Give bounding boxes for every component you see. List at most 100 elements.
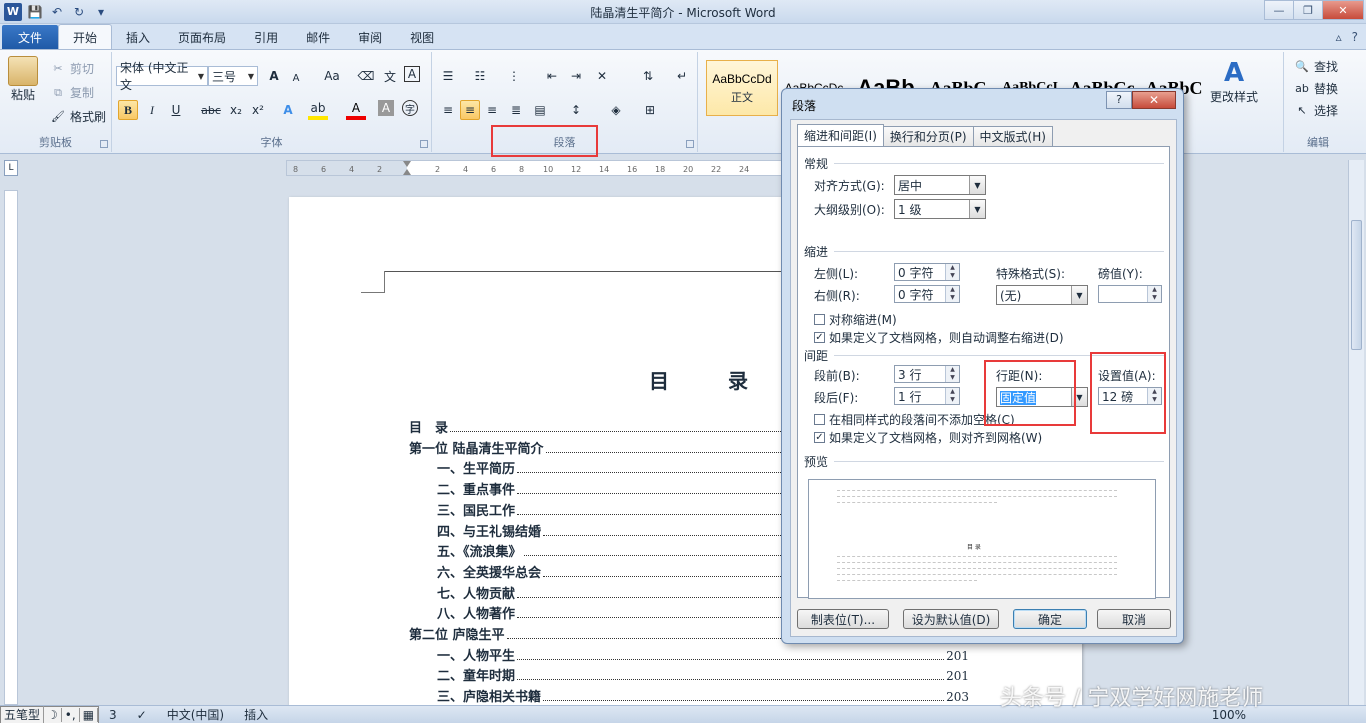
horizontal-ruler[interactable]: 8642 2468 10 12 14 16 18 20 22 24 bbox=[286, 160, 782, 176]
toc-entry[interactable]: 一、人物平生 201 bbox=[437, 645, 969, 665]
justify-icon[interactable]: ≣ bbox=[506, 100, 526, 120]
align-left-icon[interactable]: ≡ bbox=[438, 100, 458, 120]
spacing-after-spinner[interactable]: 1 行 ▲ ▼ bbox=[894, 387, 960, 405]
paragraph-launcher-icon[interactable] bbox=[686, 140, 694, 148]
tab-indents-spacing[interactable]: 缩进和间距(I) bbox=[797, 124, 884, 146]
tab-references[interactable]: 引用 bbox=[240, 25, 292, 49]
sort-icon[interactable]: ⇅ bbox=[638, 66, 658, 86]
minimize-ribbon-icon[interactable]: ▵ bbox=[1336, 30, 1342, 44]
tab-file[interactable]: 文件 bbox=[2, 25, 59, 49]
vertical-scrollbar[interactable] bbox=[1348, 160, 1364, 705]
auto-adjust-indent-checkbox[interactable]: ✓ 如果定义了文档网格，则自动调整右缩进(D) bbox=[814, 329, 1064, 346]
spinner-arrows-icon[interactable]: ▲ ▼ bbox=[1147, 286, 1161, 302]
font-launcher-icon[interactable] bbox=[420, 140, 428, 148]
align-center-icon[interactable]: ≡ bbox=[460, 100, 480, 120]
insert-mode-status[interactable]: 插入 bbox=[234, 706, 278, 723]
tab-home[interactable]: 开始 bbox=[58, 24, 113, 49]
enclose-char-icon[interactable]: 字 bbox=[402, 100, 418, 116]
tab-asian-typography[interactable]: 中文版式(H) bbox=[972, 126, 1053, 146]
select-button[interactable]: ↖ 选择 bbox=[1294, 102, 1338, 119]
char-border-icon[interactable]: A bbox=[404, 66, 420, 82]
find-button[interactable]: 🔍 查找 bbox=[1294, 58, 1338, 75]
replace-button[interactable]: ab 替换 bbox=[1294, 80, 1338, 97]
font-color-button[interactable]: A bbox=[346, 100, 366, 120]
minimize-button[interactable]: — bbox=[1264, 0, 1294, 20]
moon-icon[interactable]: ☽ bbox=[44, 707, 62, 722]
char-shading-icon[interactable]: A bbox=[378, 100, 394, 116]
toc-entry[interactable]: 二、童年时期 201 bbox=[437, 665, 969, 685]
highlight-icon[interactable]: ab bbox=[308, 100, 328, 120]
tab-review[interactable]: 审阅 bbox=[344, 25, 396, 49]
redo-icon[interactable]: ↻ bbox=[70, 3, 88, 21]
tab-mailings[interactable]: 邮件 bbox=[292, 25, 344, 49]
tab-insert[interactable]: 插入 bbox=[112, 25, 164, 49]
outline-level-select[interactable]: 1 级 ▼ bbox=[894, 199, 986, 219]
dialog-help-button[interactable]: ? bbox=[1106, 91, 1132, 109]
distributed-icon[interactable]: ▤ bbox=[530, 100, 550, 120]
mirror-indents-checkbox[interactable]: 对称缩进(M) bbox=[814, 311, 897, 328]
tab-selector[interactable]: L bbox=[4, 160, 18, 176]
scrollbar-thumb[interactable] bbox=[1351, 220, 1362, 350]
keyboard-icon[interactable]: ▦ bbox=[80, 707, 99, 722]
subscript-button[interactable]: x₂ bbox=[226, 100, 246, 120]
page-info[interactable]: 3 bbox=[99, 708, 127, 722]
spacing-before-spinner[interactable]: 3 行 ▲ ▼ bbox=[894, 365, 960, 383]
copy-button[interactable]: ⧉ 复制 bbox=[50, 84, 94, 101]
shading-icon[interactable]: ◈ bbox=[606, 100, 626, 120]
text-effects-icon[interactable]: A bbox=[278, 100, 298, 120]
numbering-icon[interactable]: ☷ bbox=[470, 66, 490, 86]
spinner-arrows-icon[interactable]: ▲ ▼ bbox=[945, 264, 959, 280]
increase-indent-icon[interactable]: ⇥ bbox=[566, 66, 586, 86]
spell-check-icon[interactable]: ✓ bbox=[127, 708, 157, 722]
strikethrough-button[interactable]: abc bbox=[198, 100, 224, 120]
tab-view[interactable]: 视图 bbox=[396, 25, 448, 49]
borders-icon[interactable]: ⊞ bbox=[640, 100, 660, 120]
customize-qat-icon[interactable]: ▾ bbox=[92, 3, 110, 21]
toc-entry[interactable]: 三、庐隐相关书籍 203 bbox=[437, 686, 969, 705]
multilevel-list-icon[interactable]: ⋮ bbox=[504, 66, 524, 86]
change-styles-button[interactable]: A 更改样式 bbox=[1210, 58, 1258, 105]
paste-button[interactable]: 粘贴 bbox=[8, 56, 38, 103]
font-size-combo[interactable]: 三号 ▼ bbox=[208, 66, 258, 86]
underline-button[interactable]: U bbox=[166, 100, 186, 120]
tab-line-page-breaks[interactable]: 换行和分页(P) bbox=[882, 126, 974, 146]
bullets-icon[interactable]: ☰ bbox=[438, 66, 458, 86]
help-icon[interactable]: ? bbox=[1352, 30, 1358, 44]
snap-to-grid-checkbox[interactable]: ✓ 如果定义了文档网格，则对齐到网格(W) bbox=[814, 429, 1042, 446]
spinner-arrows-icon[interactable]: ▲ ▼ bbox=[945, 366, 959, 382]
phonetic-guide-icon[interactable]: 文 bbox=[380, 66, 400, 86]
set-default-button[interactable]: 设为默认值(D) bbox=[903, 609, 999, 629]
dialog-close-button[interactable]: ✕ bbox=[1132, 91, 1176, 109]
line-spacing-icon[interactable]: ↕ bbox=[566, 100, 586, 120]
vertical-ruler[interactable] bbox=[4, 190, 18, 705]
word-app-icon[interactable]: W bbox=[4, 2, 22, 21]
font-name-combo[interactable]: 宋体 (中文正文 ▼ bbox=[116, 61, 208, 92]
cut-button[interactable]: ✂ 剪切 bbox=[50, 60, 94, 77]
align-right-icon[interactable]: ≡ bbox=[482, 100, 502, 120]
clipboard-launcher-icon[interactable] bbox=[100, 140, 108, 148]
left-indent-spinner[interactable]: 0 字符 ▲ ▼ bbox=[894, 263, 960, 281]
grow-font-button[interactable]: A bbox=[264, 66, 284, 86]
tabs-button[interactable]: 制表位(T)... bbox=[797, 609, 889, 629]
restore-button[interactable]: ❐ bbox=[1293, 0, 1323, 20]
clear-format-icon[interactable]: ⌫ bbox=[356, 66, 376, 86]
shrink-font-button[interactable]: A bbox=[286, 68, 306, 88]
indent-by-spinner[interactable]: ▲ ▼ bbox=[1098, 285, 1162, 303]
spinner-arrows-icon[interactable]: ▲ ▼ bbox=[945, 286, 959, 302]
bold-button[interactable]: B bbox=[118, 100, 138, 120]
change-case-button[interactable]: Aa bbox=[318, 66, 346, 86]
right-indent-spinner[interactable]: 0 字符 ▲ ▼ bbox=[894, 285, 960, 303]
superscript-button[interactable]: x² bbox=[248, 100, 268, 120]
ime-mode[interactable]: 五笔型 bbox=[1, 706, 45, 723]
ok-button[interactable]: 确定 bbox=[1013, 609, 1087, 629]
format-painter-button[interactable]: 🖌 格式刷 bbox=[50, 108, 106, 125]
italic-button[interactable]: I bbox=[142, 100, 162, 120]
cancel-button[interactable]: 取消 bbox=[1097, 609, 1171, 629]
tab-page-layout[interactable]: 页面布局 bbox=[164, 25, 240, 49]
alignment-select[interactable]: 居中 ▼ bbox=[894, 175, 986, 195]
special-format-select[interactable]: (无) ▼ bbox=[996, 285, 1088, 305]
close-window-button[interactable]: ✕ bbox=[1322, 0, 1364, 20]
spinner-arrows-icon[interactable]: ▲ ▼ bbox=[945, 388, 959, 404]
style-normal[interactable]: AaBbCcDd 正文 bbox=[706, 60, 778, 116]
language-status[interactable]: 中文(中国) bbox=[157, 706, 234, 723]
